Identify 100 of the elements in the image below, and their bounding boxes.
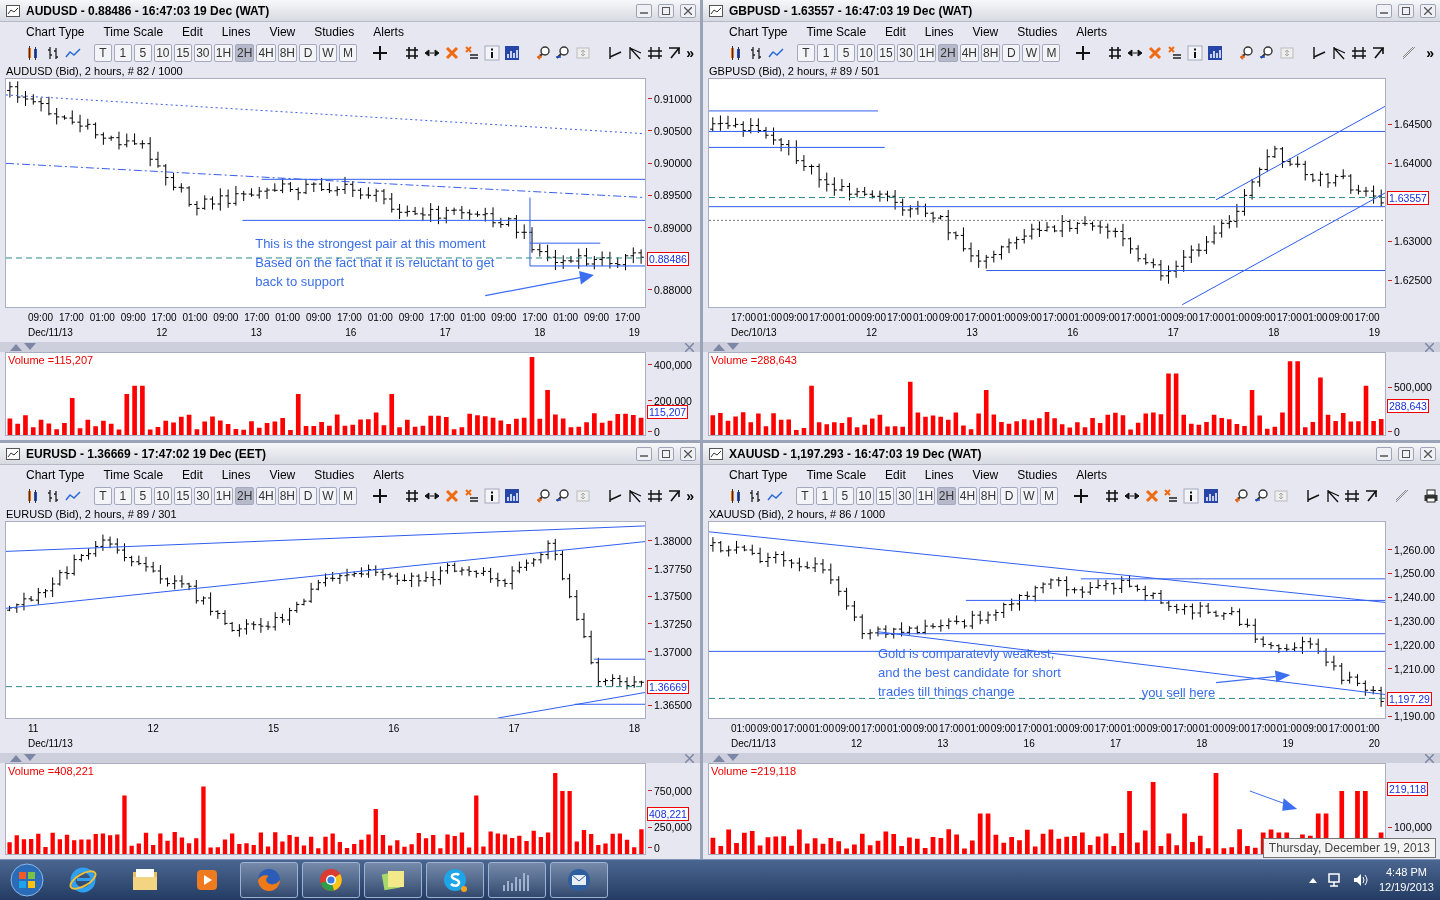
timeframe-button[interactable]: 30 — [193, 487, 212, 505]
timeframe-button[interactable]: 1 — [113, 487, 132, 505]
timeframe-button[interactable]: 4H — [256, 44, 276, 62]
maximize-button[interactable] — [658, 446, 674, 461]
menu-item[interactable]: Chart Type — [729, 25, 788, 39]
timeframe-button[interactable]: T — [93, 487, 112, 505]
menu-item[interactable]: Edit — [885, 468, 906, 482]
close-button[interactable] — [680, 3, 696, 18]
crosshair-button[interactable] — [1074, 44, 1093, 62]
menu-item[interactable]: Time Scale — [806, 25, 867, 39]
menu-item[interactable]: Edit — [885, 25, 906, 39]
timeframe-button[interactable]: 1H — [915, 487, 935, 505]
timeframe-button[interactable]: 15 — [173, 487, 192, 505]
clock[interactable]: 4:48 PM 12/19/2013 — [1378, 865, 1434, 895]
timeframe-button[interactable]: M — [1040, 487, 1058, 505]
show-hidden-icon[interactable] — [1308, 877, 1317, 883]
menu-item[interactable]: Studies — [314, 468, 355, 482]
timeframe-button[interactable]: D — [299, 487, 317, 505]
timeframe-button[interactable]: M — [1042, 44, 1061, 62]
zoom-button[interactable] — [534, 487, 553, 505]
timeframe-button[interactable]: 1H — [213, 44, 234, 62]
timeframe-button[interactable]: 10 — [153, 44, 172, 62]
menu-item[interactable]: Alerts — [373, 25, 404, 39]
timeframe-button[interactable]: 10 — [153, 487, 172, 505]
menu-item[interactable]: Lines — [221, 25, 251, 39]
tool-button[interactable] — [462, 44, 481, 62]
minimize-button[interactable] — [636, 3, 652, 18]
menu-item[interactable]: View — [972, 25, 999, 39]
timeframe-button[interactable]: 4H — [957, 487, 977, 505]
timeframe-button[interactable]: 15 — [877, 44, 895, 62]
menu-item[interactable]: Time Scale — [103, 468, 164, 482]
timeframe-button[interactable]: 5 — [133, 44, 152, 62]
timeframe-button[interactable]: 5 — [837, 44, 855, 62]
timeframe-button[interactable]: 8H — [978, 487, 998, 505]
menu-item[interactable]: Chart Type — [26, 468, 85, 482]
menu-item[interactable]: Time Scale — [806, 468, 867, 482]
tool-button[interactable] — [502, 487, 521, 505]
timeframe-button[interactable]: 30 — [895, 487, 914, 505]
menu-item[interactable]: Lines — [924, 468, 954, 482]
maximize-button[interactable] — [658, 3, 674, 18]
menu-item[interactable]: Studies — [314, 25, 355, 39]
drawing-tool-button[interactable] — [646, 44, 665, 62]
timeframe-button[interactable]: 8H — [277, 44, 297, 62]
tool-button[interactable] — [1206, 44, 1225, 62]
more-tools[interactable]: » — [1426, 45, 1434, 61]
timeframe-button[interactable]: 2H — [235, 487, 255, 505]
speaker-icon[interactable] — [1352, 872, 1369, 888]
timeframe-button[interactable]: 5 — [835, 487, 854, 505]
menu-item[interactable]: Edit — [182, 25, 203, 39]
timeframe-button[interactable]: 10 — [855, 487, 874, 505]
tool-button[interactable] — [462, 487, 481, 505]
timeframe-button[interactable]: 1 — [815, 487, 834, 505]
timeframe-button[interactable]: 1 — [113, 44, 132, 62]
menu-item[interactable]: Chart Type — [26, 25, 85, 39]
timeframe-button[interactable]: W — [319, 487, 337, 505]
menu-item[interactable]: Alerts — [1076, 25, 1107, 39]
drawing-tool-button[interactable] — [1304, 487, 1322, 505]
taskbar-app-button[interactable] — [550, 862, 608, 898]
crosshair-button[interactable] — [371, 487, 389, 505]
tool-button[interactable] — [482, 487, 501, 505]
timeframe-button[interactable]: D — [1000, 487, 1018, 505]
crosshair-button[interactable] — [1072, 487, 1090, 505]
more-tools[interactable]: » — [686, 488, 694, 504]
drawing-tool-button[interactable] — [1343, 487, 1362, 505]
menu-item[interactable]: Studies — [1017, 25, 1058, 39]
timeframe-button[interactable]: 30 — [193, 44, 212, 62]
timeframe-button[interactable]: 1 — [817, 44, 835, 62]
menu-item[interactable]: View — [269, 468, 296, 482]
close-button[interactable] — [1420, 3, 1436, 18]
menu-item[interactable]: Chart Type — [729, 468, 788, 482]
maximize-button[interactable] — [1398, 3, 1414, 18]
timeframe-button[interactable]: 1H — [917, 44, 937, 62]
tool-button[interactable] — [1201, 487, 1220, 505]
menu-item[interactable]: Lines — [924, 25, 954, 39]
timeframe-button[interactable]: T — [93, 44, 112, 62]
drawing-tool-button[interactable] — [1350, 44, 1369, 62]
menu-item[interactable]: Edit — [182, 468, 203, 482]
tool-button[interactable] — [1182, 487, 1200, 505]
menu-item[interactable]: View — [269, 25, 296, 39]
minimize-button[interactable] — [636, 446, 652, 461]
taskbar-app-button[interactable] — [426, 862, 484, 898]
timeframe-button[interactable]: 5 — [133, 487, 152, 505]
menu-item[interactable]: Alerts — [1076, 468, 1107, 482]
close-button[interactable] — [680, 446, 696, 461]
tool-button[interactable] — [1422, 487, 1440, 505]
menu-item[interactable]: Lines — [221, 468, 251, 482]
taskbar-app-button[interactable] — [302, 862, 360, 898]
timeframe-button[interactable]: T — [797, 44, 815, 62]
timeframe-button[interactable]: D — [1002, 44, 1021, 62]
timeframe-button[interactable]: T — [795, 487, 814, 505]
timeframe-button[interactable]: 2H — [938, 44, 958, 62]
minimize-button[interactable] — [1376, 3, 1392, 18]
network-icon[interactable] — [1326, 872, 1343, 888]
menu-item[interactable]: Alerts — [373, 468, 404, 482]
timeframe-button[interactable]: 2H — [235, 44, 255, 62]
timeframe-button[interactable]: 15 — [875, 487, 894, 505]
menu-item[interactable]: Time Scale — [103, 25, 164, 39]
timeframe-button[interactable]: 10 — [857, 44, 875, 62]
timeframe-button[interactable]: M — [339, 44, 357, 62]
crosshair-button[interactable] — [371, 44, 389, 62]
